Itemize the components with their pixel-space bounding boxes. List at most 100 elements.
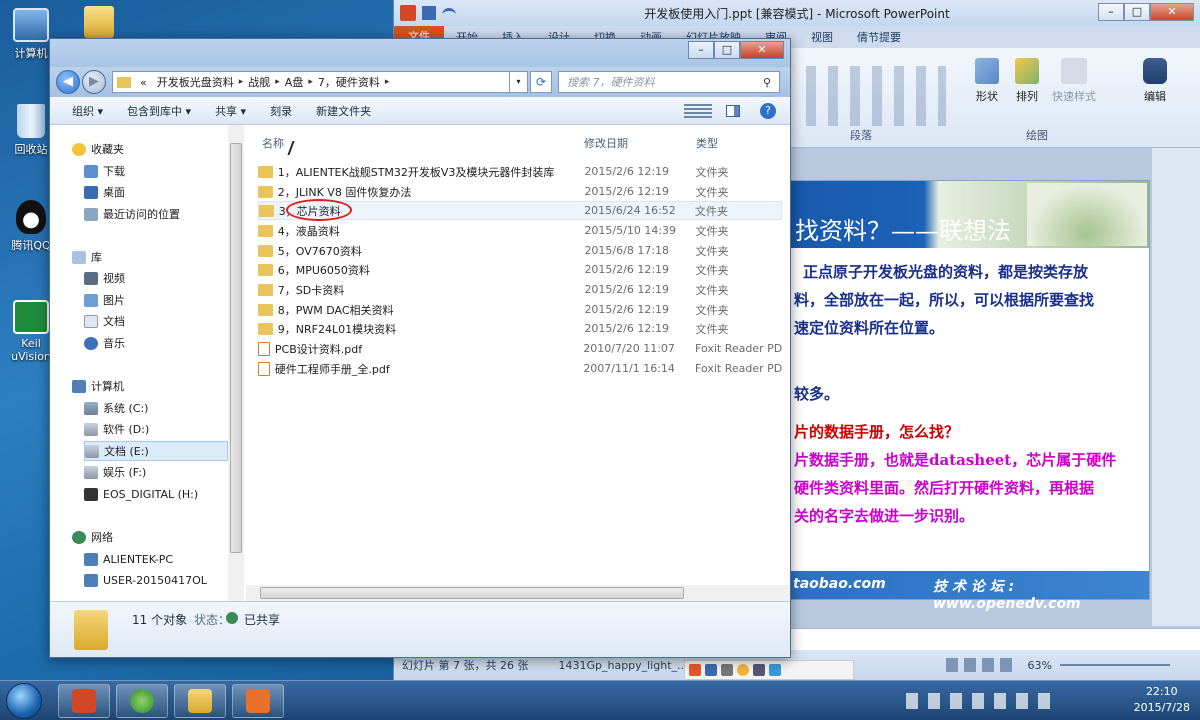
file-row[interactable]: 1，ALIENTEK战舰STM32开发板V3及模块元器件封装库 2015/2/6 … bbox=[258, 162, 782, 181]
breadcrumb-item[interactable]: 开发板光盘资料 bbox=[152, 74, 239, 90]
nav-network-pc-2[interactable]: USER-20150417OL bbox=[84, 570, 207, 590]
binoculars-icon bbox=[1143, 58, 1167, 84]
file-row[interactable]: 7，SD卡资料 2015/2/6 12:19 文件夹 bbox=[258, 280, 782, 299]
zoom-level[interactable]: 63% bbox=[1028, 659, 1052, 672]
view-options-button[interactable] bbox=[684, 103, 712, 118]
nav-favorites[interactable]: 收藏夹 bbox=[72, 139, 124, 159]
nav-drive-e[interactable]: 文档 (E:) bbox=[84, 441, 228, 461]
recycle-bin-icon bbox=[17, 104, 45, 138]
nav-videos[interactable]: 视频 bbox=[84, 268, 125, 288]
scrollbar-thumb[interactable] bbox=[230, 143, 242, 553]
mouse-cursor-icon bbox=[287, 141, 303, 155]
folder-icon bbox=[259, 204, 274, 217]
breadcrumb-item[interactable]: 战舰 bbox=[243, 74, 275, 90]
nav-computer[interactable]: 计算机 bbox=[72, 376, 124, 396]
nav-pictures[interactable]: 图片 bbox=[84, 290, 125, 310]
explorer-minimize-button[interactable]: – bbox=[688, 41, 714, 59]
nav-network[interactable]: 网络 bbox=[72, 527, 113, 547]
preview-pane-button[interactable] bbox=[726, 104, 740, 117]
clock-date: 2015/7/28 bbox=[1133, 701, 1190, 714]
nav-network-pc-1[interactable]: ALIENTEK-PC bbox=[84, 549, 173, 569]
scrollbar-thumb[interactable] bbox=[260, 587, 684, 599]
share-state-value: 已共享 bbox=[244, 613, 281, 627]
file-row[interactable]: 8，PWM DAC相关资料 2015/2/6 12:19 文件夹 bbox=[258, 300, 782, 319]
save-icon[interactable] bbox=[422, 6, 436, 20]
file-row[interactable]: 2，JLINK V8 固件恢复办法 2015/2/6 12:19 文件夹 bbox=[258, 182, 782, 201]
videos-icon bbox=[84, 271, 98, 285]
qq-penguin-icon bbox=[16, 200, 46, 234]
slide-text-line-6: 片数据手册，也就是datasheet，芯片属于硬件 bbox=[794, 451, 1117, 469]
desktop-icon bbox=[84, 185, 98, 199]
folder-icon bbox=[258, 244, 273, 257]
share-state-label: 状态： bbox=[194, 613, 231, 627]
breadcrumb-item[interactable]: 7，硬件资料 bbox=[313, 74, 385, 90]
quick-styles-button[interactable]: 快速样式 bbox=[1048, 58, 1100, 104]
details-pane: 11 个对象 状态： 已共享 bbox=[50, 601, 790, 657]
help-icon[interactable]: ? bbox=[760, 102, 776, 119]
nav-desktop[interactable]: 桌面 bbox=[84, 182, 125, 202]
taskbar-pdf-app[interactable] bbox=[232, 684, 284, 718]
column-header-type[interactable]: 类型 bbox=[696, 135, 718, 151]
item-count: 11 个对象 bbox=[132, 613, 188, 627]
back-button[interactable]: ◀ bbox=[56, 70, 80, 94]
file-row[interactable]: 4，液晶资料 2015/5/10 14:39 文件夹 bbox=[258, 221, 782, 240]
tab-storyline[interactable]: 倩节提要 bbox=[845, 29, 913, 45]
folder-shortcut-icon[interactable] bbox=[84, 6, 114, 38]
navigation-scrollbar[interactable] bbox=[228, 125, 244, 601]
refresh-button[interactable]: ⟳ bbox=[530, 71, 552, 93]
ppt-maximize-button[interactable]: □ bbox=[1124, 3, 1150, 21]
forward-button[interactable]: ▶ bbox=[82, 70, 106, 94]
drive-icon bbox=[84, 465, 98, 479]
powerpoint-title: 开发板使用入门.ppt [兼容模式] - Microsoft PowerPoin… bbox=[644, 6, 950, 21]
file-row[interactable]: 6，MPU6050资料 2015/2/6 12:19 文件夹 bbox=[258, 260, 782, 279]
nav-libraries[interactable]: 库 bbox=[72, 247, 102, 267]
explorer-close-button[interactable]: ✕ bbox=[740, 41, 784, 59]
explorer-maximize-button[interactable]: □ bbox=[714, 41, 740, 59]
ime-toolbar[interactable] bbox=[684, 660, 854, 680]
nav-drive-f[interactable]: 娱乐 (F:) bbox=[84, 462, 146, 482]
search-input[interactable]: 搜索 7，硬件资料 ⚲ bbox=[558, 71, 780, 93]
breadcrumb-item[interactable]: A盘 bbox=[280, 74, 309, 90]
file-row[interactable]: 9，NRF24L01模块资料 2015/2/6 12:19 文件夹 bbox=[258, 319, 782, 338]
file-row[interactable]: 5，OV7670资料 2015/6/8 17:18 文件夹 bbox=[258, 241, 782, 260]
start-button[interactable] bbox=[6, 683, 42, 719]
nav-documents[interactable]: 文档 bbox=[84, 311, 125, 331]
undo-icon[interactable] bbox=[442, 8, 456, 18]
new-folder-button[interactable]: 新建文件夹 bbox=[304, 103, 383, 119]
burn-button[interactable]: 刻录 bbox=[258, 103, 304, 119]
ppt-minimize-button[interactable]: – bbox=[1098, 3, 1124, 21]
paragraph-alignment-controls[interactable] bbox=[806, 66, 946, 126]
ppt-close-button[interactable]: ✕ bbox=[1150, 3, 1194, 21]
organize-button[interactable]: 组织 ▾ bbox=[60, 103, 115, 119]
share-button[interactable]: 共享 ▾ bbox=[203, 103, 258, 119]
breadcrumb-overflow[interactable]: « bbox=[135, 76, 152, 89]
taskbar-explorer[interactable] bbox=[174, 684, 226, 718]
clock[interactable]: 22:10 2015/7/28 bbox=[1134, 684, 1190, 716]
vertical-scrollbar[interactable] bbox=[1152, 148, 1200, 626]
clock-time: 22:10 bbox=[1145, 685, 1178, 698]
shape-button[interactable]: 形状 bbox=[972, 58, 1002, 104]
horizontal-scrollbar[interactable] bbox=[246, 585, 790, 601]
file-row[interactable]: 硬件工程师手册_全.pdf 2007/11/1 16:14 Foxit Reader… bbox=[258, 359, 782, 378]
file-row[interactable]: PCB设计资料.pdf 2010/7/20 11:07 Foxit Reader P… bbox=[258, 339, 782, 358]
include-in-library-button[interactable]: 包含到库中 ▾ bbox=[115, 103, 203, 119]
taskbar-powerpoint[interactable] bbox=[58, 684, 110, 718]
edit-button[interactable]: 编辑 bbox=[1138, 58, 1172, 104]
system-tray-icons[interactable] bbox=[906, 693, 1056, 709]
view-buttons[interactable] bbox=[945, 658, 1016, 672]
address-dropdown-button[interactable]: ▾ bbox=[510, 71, 528, 93]
nav-music[interactable]: 音乐 bbox=[84, 333, 125, 353]
column-header-name[interactable]: 名称 bbox=[262, 135, 284, 151]
taskbar-browser[interactable] bbox=[116, 684, 168, 718]
arrange-button[interactable]: 排列 bbox=[1010, 58, 1044, 104]
zoom-slider[interactable] bbox=[1060, 664, 1170, 666]
column-header-date[interactable]: 修改日期 bbox=[584, 135, 628, 151]
nav-downloads[interactable]: 下载 bbox=[84, 161, 125, 181]
tab-view[interactable]: 视图 bbox=[799, 29, 845, 45]
nav-drive-c[interactable]: 系统 (C:) bbox=[84, 398, 148, 418]
nav-drive-d[interactable]: 软件 (D:) bbox=[84, 419, 149, 439]
nav-drive-h[interactable]: EOS_DIGITAL (H:) bbox=[84, 484, 198, 504]
nav-recent[interactable]: 最近访问的位置 bbox=[84, 204, 180, 224]
pdf-icon bbox=[258, 361, 270, 376]
address-bar[interactable]: « 开发板光盘资料 ▸ 战舰 ▸ A盘 ▸ 7，硬件资料 ▸ bbox=[112, 71, 510, 93]
